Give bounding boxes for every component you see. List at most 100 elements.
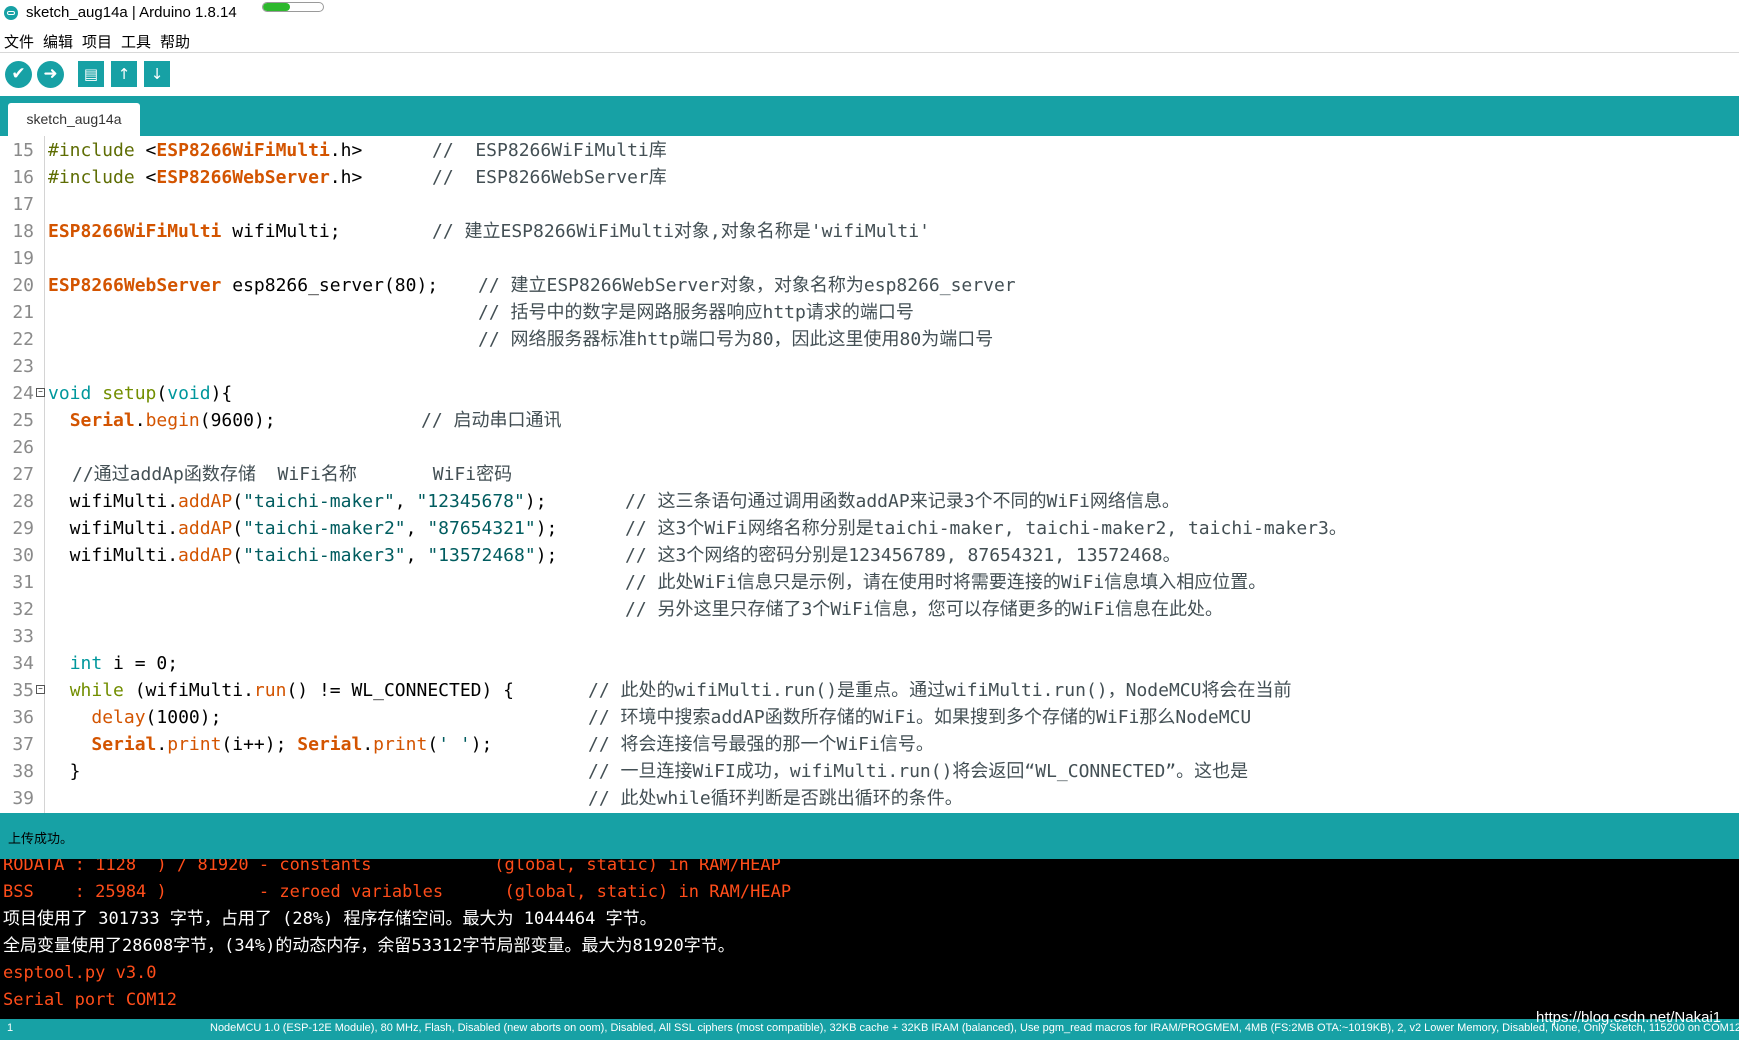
code-line[interactable]: 31 // 此处WiFi信息只是示例，请在使用时将需要连接的WiFi信息填入相应位… (0, 569, 1739, 596)
code-comment: // 这3个网络的密码分别是123456789, 87654321, 13572… (625, 545, 1181, 566)
menu-file[interactable]: 文件 (4, 31, 34, 52)
code-token: ); (416, 275, 439, 296)
tab-sketch-aug14a[interactable]: sketch_aug14a (8, 103, 140, 136)
code-token: print (373, 734, 428, 755)
verify-button[interactable]: ✔ (5, 61, 32, 88)
fold-toggle-icon[interactable]: − (36, 685, 45, 694)
code-token: "taichi-maker2" (243, 518, 406, 539)
code-token: #include (48, 167, 146, 188)
code-line[interactable]: 15 #include <ESP8266WiFiMulti.h> // ESP826… (0, 137, 1739, 164)
code-text: wifiMulti.addAP("taichi-maker2", "876543… (48, 515, 558, 542)
code-token: ( (232, 545, 244, 566)
output-console[interactable]: RODATA : 1128 ) / 81920 - constants (glo… (0, 859, 1739, 1019)
code-line[interactable]: 18 ESP8266WiFiMulti wifiMulti; // 建立ESP826… (0, 218, 1739, 245)
code-token: 9600 (210, 410, 254, 431)
menu-tools[interactable]: 工具 (121, 31, 151, 52)
status-bar: 上传成功。 (0, 813, 1739, 859)
code-line[interactable]: 22 // 网络服务器标准http端口号为80，因此这里使用80为端口号 (0, 326, 1739, 353)
code-token: addAP (178, 545, 233, 566)
console-line: Serial port COM12 (3, 990, 177, 1010)
code-token: ; (167, 653, 179, 674)
code-token: addAP (178, 518, 233, 539)
code-token: ); (535, 545, 558, 566)
code-token: (wifiMulti. (123, 680, 254, 701)
code-line[interactable]: 21 // 括号中的数字是网路服务器响应http请求的端口号 (0, 299, 1739, 326)
menu-bar: 文件 编辑 项目 工具 帮助 (0, 28, 1739, 53)
menu-sketch[interactable]: 项目 (82, 31, 112, 52)
code-comment: // 这三条语句通过调用函数addAP来记录3个不同的WiFi网络信息。 (625, 491, 1180, 512)
open-sketch-button[interactable]: ↑ (111, 61, 137, 87)
upload-button[interactable]: ➜ (37, 61, 64, 88)
line-number: 34 (12, 653, 34, 674)
watermark: https://blog.csdn.net/Nakai1 (1536, 1009, 1722, 1026)
code-token: print (167, 734, 222, 755)
code-editor[interactable]: 15 #include <ESP8266WiFiMulti.h>// ESP826… (0, 136, 1739, 813)
code-line[interactable]: 33 (0, 623, 1739, 650)
code-line[interactable]: 17 (0, 191, 1739, 218)
new-sketch-button[interactable]: ▤ (78, 61, 104, 87)
code-line[interactable]: 39 // 此处while循环判断是否跳出循环的条件。 (0, 785, 1739, 812)
code-line[interactable]: 32 // 另外这里只存储了3个WiFi信息，您可以存储更多的WiFi信息在此处。 (0, 596, 1739, 623)
code-line[interactable]: 27 //通过addAp函数存储 WiFi名称 WiFi密码 (0, 461, 1739, 488)
code-line[interactable]: 38 } // 一旦连接WiFI成功，wifiMulti.run()将会返回“WL… (0, 758, 1739, 785)
code-line[interactable]: 29 wifiMulti.addAP("taichi-maker2", "876… (0, 515, 1739, 542)
code-line[interactable]: 30 wifiMulti.addAP("taichi-maker3", "135… (0, 542, 1739, 569)
code-line[interactable]: 20 ESP8266WebServer esp8266_server(80); //… (0, 272, 1739, 299)
code-token: setup (102, 383, 157, 404)
save-sketch-button[interactable]: ↓ (144, 61, 170, 87)
code-comment: // 建立ESP8266WiFiMulti对象,对象名称是'wifiMulti' (432, 221, 930, 242)
code-line[interactable]: 36 delay(1000); // 环境中搜索addAP函数所存储的WiFi。如… (0, 704, 1739, 731)
code-token: void (48, 383, 92, 404)
code-text: void setup(void){ (48, 380, 232, 407)
menu-edit[interactable]: 编辑 (43, 31, 73, 52)
code-token: ( (427, 734, 439, 755)
code-comment: // 此处WiFi信息只是示例，请在使用时将需要连接的WiFi信息填入相应位置。 (625, 572, 1267, 593)
code-token: ); (535, 518, 558, 539)
line-number: 36 (12, 707, 34, 728)
code-text: Serial.print(i++); Serial.print(' '); (48, 731, 492, 758)
title-bar: sketch_aug14a | Arduino 1.8.14 (0, 0, 1739, 28)
code-token: (i++); (221, 734, 298, 755)
line-number: 33 (12, 626, 34, 647)
code-line[interactable]: 24− void setup(void){ (0, 380, 1739, 407)
code-token: Serial (297, 734, 363, 755)
status-message: 上传成功。 (8, 832, 74, 847)
arrow-up-icon: ↑ (117, 65, 131, 83)
code-token: , (394, 491, 417, 512)
code-token: delay (91, 707, 146, 728)
board-info: NodeMCU 1.0 (ESP-12E Module), 80 MHz, Fl… (210, 1022, 1739, 1034)
fold-toggle-icon[interactable]: − (36, 388, 45, 397)
line-number: 21 (12, 302, 34, 323)
code-token: i = (102, 653, 157, 674)
code-line[interactable]: 28 wifiMulti.addAP("taichi-maker", "1234… (0, 488, 1739, 515)
code-line[interactable]: 26 (0, 434, 1739, 461)
code-token: int (69, 653, 103, 674)
code-line[interactable]: 34 int i = 0; (0, 650, 1739, 677)
code-line[interactable]: 37 Serial.print(i++); Serial.print(' ');… (0, 731, 1739, 758)
code-token: . (156, 734, 168, 755)
code-token: Serial (91, 734, 157, 755)
line-number: 28 (12, 491, 34, 512)
toolbar: ✔ ➜ ▤ ↑ ↓ (0, 53, 1739, 96)
code-comment: // 启动串口通讯 (421, 410, 562, 431)
code-line[interactable]: 16 #include <ESP8266WebServer.h> // ESP826… (0, 164, 1739, 191)
menu-help[interactable]: 帮助 (160, 31, 190, 52)
code-line[interactable]: 19 (0, 245, 1739, 272)
code-line[interactable]: 25 Serial.begin(9600); // 启动串口通讯 (0, 407, 1739, 434)
code-token: ); (253, 410, 276, 431)
code-token: "13572468" (427, 545, 536, 566)
tab-strip: sketch_aug14a (0, 96, 1739, 136)
code-token: ( (145, 707, 157, 728)
line-number: 24 (12, 383, 34, 404)
code-token: addAP (178, 491, 233, 512)
code-comment: // ESP8266WiFiMulti库 (432, 140, 667, 161)
code-line[interactable]: 23 (0, 353, 1739, 380)
code-comment: // 环境中搜索addAP函数所存储的WiFi。如果搜到多个存储的WiFi那么N… (588, 707, 1252, 728)
code-comment: //通过addAp函数存储 WiFi名称 WiFi密码 (72, 464, 513, 485)
upload-progress-bar (262, 2, 324, 12)
code-line[interactable]: 35− while (wifiMulti.run() != WL_CONNECT… (0, 677, 1739, 704)
line-number: 25 (12, 410, 34, 431)
